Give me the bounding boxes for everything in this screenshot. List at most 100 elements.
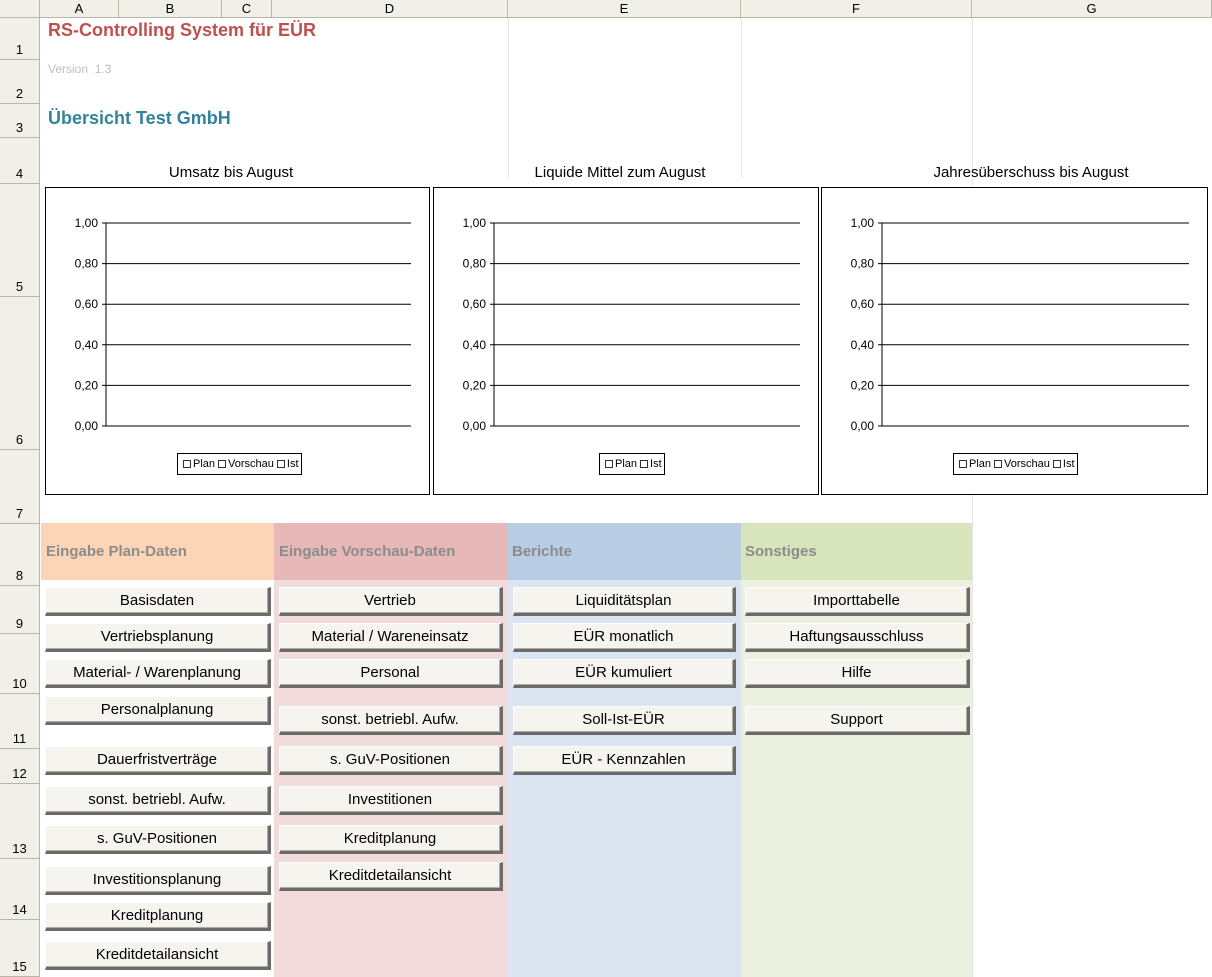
chart-plot-jahresueberschuss: 1,00 0,80 0,60 0,40 0,20 0,00 <box>851 216 1189 433</box>
y-tick-label: 0,40 <box>463 338 487 352</box>
version-number: 1.3 <box>94 62 112 76</box>
button-importtabelle[interactable]: Importtabelle <box>745 587 970 616</box>
row-header-1[interactable]: 1 <box>0 18 40 60</box>
button-vertriebsplanung[interactable]: Vertriebsplanung <box>45 623 271 652</box>
legend-swatch-ist <box>640 460 649 468</box>
button-kreditdetailansicht[interactable]: Kreditdetailansicht <box>45 941 271 970</box>
button-personalplanung[interactable]: Personalplanung <box>45 696 271 725</box>
button-haftungsausschluss[interactable]: Haftungsausschluss <box>745 623 970 652</box>
y-tick-label: 1,00 <box>75 216 99 230</box>
legend-label: Plan <box>969 458 992 470</box>
y-tick-label: 0,20 <box>851 378 875 392</box>
column-header-f[interactable]: F <box>741 0 972 18</box>
button-kreditplanung[interactable]: Kreditplanung <box>45 902 271 931</box>
section-header-berichte: Berichte <box>512 543 573 560</box>
button-eur-monatlich[interactable]: EÜR monatlich <box>513 623 736 652</box>
button-sonst-betriebl-aufw[interactable]: sonst. betriebl. Aufw. <box>45 786 271 815</box>
chart-legend-umsatz: Plan Vorschau Ist <box>177 453 302 475</box>
button-soll-ist-eur[interactable]: Soll-Ist-EÜR <box>513 706 736 735</box>
button-personal[interactable]: Personal <box>279 659 503 688</box>
button-basisdaten[interactable]: Basisdaten <box>45 587 271 616</box>
y-tick-label: 0,60 <box>851 297 875 311</box>
y-tick-label: 0,80 <box>463 257 487 271</box>
button-vorschau-guv-positionen[interactable]: s. GuV-Positionen <box>279 746 503 775</box>
y-tick-label: 0,40 <box>75 338 99 352</box>
y-tick-label: 1,00 <box>463 216 487 230</box>
legend-swatch-vorschau <box>218 460 227 468</box>
y-tick-label: 0,60 <box>75 297 99 311</box>
row-header-12[interactable]: 12 <box>0 749 40 784</box>
row-header-11[interactable]: 11 <box>0 694 40 749</box>
button-liquiditaetsplan[interactable]: Liquiditätsplan <box>513 587 736 616</box>
legend-label: Plan <box>615 458 638 470</box>
row-header-10[interactable]: 10 <box>0 634 40 694</box>
button-investitionsplanung[interactable]: Investitionsplanung <box>45 866 271 895</box>
version-text: Version <box>48 62 89 76</box>
legend-swatch-ist <box>1052 460 1061 468</box>
legend-swatch-ist <box>276 460 285 468</box>
row-header-15[interactable]: 15 <box>0 920 40 977</box>
chart-liquide-mittel[interactable]: 1,00 0,80 0,60 0,40 0,20 0,00 Plan Ist <box>433 187 819 495</box>
chart-title-liquide-mittel: Liquide Mittel zum August <box>534 164 706 181</box>
y-tick-label: 0,20 <box>463 378 487 392</box>
button-dauerfristvertraege[interactable]: Dauerfristverträge <box>45 746 271 775</box>
app-title: RS-Controlling System für EÜR <box>48 20 317 40</box>
button-hilfe[interactable]: Hilfe <box>745 659 970 688</box>
row-header-9[interactable]: 9 <box>0 586 40 634</box>
legend-label: Ist <box>286 458 299 470</box>
legend-label: Plan <box>193 458 216 470</box>
column-header-g[interactable]: G <box>972 0 1212 18</box>
button-eur-kumuliert[interactable]: EÜR kumuliert <box>513 659 736 688</box>
column-header-d[interactable]: D <box>272 0 508 18</box>
button-material-wareneinsatz[interactable]: Material / Wareneinsatz <box>279 623 503 652</box>
y-tick-label: 0,00 <box>75 419 99 433</box>
button-eur-kennzahlen[interactable]: EÜR - Kennzahlen <box>513 746 736 775</box>
column-header-c[interactable]: C <box>222 0 272 18</box>
row-header-6[interactable]: 6 <box>0 297 40 450</box>
y-tick-label: 0,80 <box>851 257 875 271</box>
legend-swatch-vorschau <box>994 460 1003 468</box>
y-tick-label: 0,20 <box>75 378 99 392</box>
button-vorschau-kreditplanung[interactable]: Kreditplanung <box>279 825 503 854</box>
section-header-sonstiges: Sonstiges <box>745 543 817 560</box>
legend-swatch-plan <box>183 460 191 468</box>
y-tick-label: 1,00 <box>851 216 875 230</box>
version-label: Version 1.3 <box>48 62 111 76</box>
row-header-8[interactable]: 8 <box>0 524 40 586</box>
chart-title-jahresueberschuss: Jahresüberschuss bis August <box>933 164 1129 181</box>
legend-label: Ist <box>1062 458 1075 470</box>
y-tick-label: 0,00 <box>463 419 487 433</box>
legend-label: Ist <box>650 458 662 470</box>
row-header-3[interactable]: 3 <box>0 104 40 138</box>
button-material-warenplanung[interactable]: Material- / Warenplanung <box>45 659 271 688</box>
y-tick-label: 0,80 <box>75 257 99 271</box>
chart-plot-umsatz: 1,00 0,80 0,60 0,40 0,20 0,00 <box>75 216 411 433</box>
chart-title-umsatz: Umsatz bis August <box>168 164 294 181</box>
column-header-b[interactable]: B <box>119 0 222 18</box>
legend-swatch-plan <box>605 460 613 468</box>
column-header-a[interactable]: A <box>40 0 119 18</box>
chart-plot-liquide-mittel: 1,00 0,80 0,60 0,40 0,20 0,00 <box>463 216 800 433</box>
button-vertrieb[interactable]: Vertrieb <box>279 587 503 616</box>
legend-swatch-plan <box>959 460 967 468</box>
row-header-7[interactable]: 7 <box>0 450 40 524</box>
row-header-2[interactable]: 2 <box>0 60 40 104</box>
button-vorschau-sonst-betriebl-aufw[interactable]: sonst. betriebl. Aufw. <box>279 706 503 735</box>
chart-jahresueberschuss[interactable]: 1,00 0,80 0,60 0,40 0,20 0,00 Plan Vorschau I… <box>821 187 1208 495</box>
y-tick-label: 0,00 <box>851 419 875 433</box>
section-header-plan: Eingabe Plan-Daten <box>46 543 187 560</box>
column-header-e[interactable]: E <box>508 0 741 18</box>
select-all-corner[interactable] <box>0 0 40 18</box>
row-header-4[interactable]: 4 <box>0 138 40 184</box>
legend-label: Vorschau <box>1004 458 1050 470</box>
section-header-vorschau: Eingabe Vorschau-Daten <box>279 543 456 560</box>
overview-title: Übersicht Test GmbH <box>48 108 231 128</box>
button-guv-positionen[interactable]: s. GuV-Positionen <box>45 825 271 854</box>
button-vorschau-kreditdetailansicht[interactable]: Kreditdetailansicht <box>279 862 503 891</box>
chart-umsatz[interactable]: 1,00 0,80 0,60 0,40 0,20 0,00 Plan Vorschau I… <box>45 187 430 495</box>
button-investitionen[interactable]: Investitionen <box>279 786 503 815</box>
row-header-5[interactable]: 5 <box>0 184 40 297</box>
button-support[interactable]: Support <box>745 706 970 735</box>
row-header-13[interactable]: 13 <box>0 784 40 859</box>
row-header-14[interactable]: 14 <box>0 859 40 920</box>
